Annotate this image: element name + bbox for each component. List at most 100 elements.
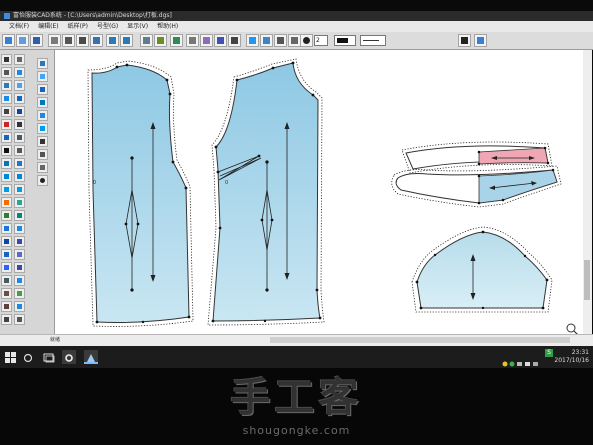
tool-scissors-button[interactable] — [1, 314, 12, 325]
tool-3-2-button[interactable] — [37, 71, 48, 82]
tool-3-8-button[interactable] — [37, 149, 48, 160]
line-width-icon-button[interactable] — [300, 34, 313, 47]
tool-ruler-button[interactable] — [154, 34, 167, 47]
tool-2-16-button[interactable] — [14, 249, 25, 260]
tool-grade-button[interactable] — [260, 34, 273, 47]
tool-dart-button[interactable] — [1, 158, 12, 169]
tool-layout-button[interactable] — [274, 34, 287, 47]
tool-button-mark-button[interactable] — [1, 301, 12, 312]
tool-2-5-button[interactable] — [14, 106, 25, 117]
sogou-badge[interactable]: S — [545, 349, 553, 357]
horizontal-scrollbar[interactable] — [270, 337, 570, 343]
tool-line-button[interactable] — [1, 80, 12, 91]
collar-band-piece[interactable] — [401, 141, 553, 174]
zoom-tool-button[interactable] — [37, 175, 48, 186]
menu-edit[interactable]: 编辑(E) — [38, 21, 58, 32]
tool-fill-button[interactable] — [214, 34, 227, 47]
vertical-scroll-thumb[interactable] — [584, 260, 590, 300]
tool-2-11-button[interactable] — [14, 184, 25, 195]
open-file-button[interactable] — [16, 34, 29, 47]
menu-file[interactable]: 文档(F) — [9, 21, 29, 32]
tool-2-12-button[interactable] — [14, 197, 25, 208]
tool-2-20-button[interactable] — [14, 301, 25, 312]
tool-3-4-button[interactable] — [37, 97, 48, 108]
cad-app-taskbar-icon[interactable] — [84, 350, 98, 364]
tool-copy-button[interactable] — [186, 34, 199, 47]
front-bodice-piece[interactable]: 0 — [207, 58, 325, 326]
tool-add-point-button[interactable] — [1, 132, 12, 143]
windows-start-icon[interactable] — [4, 350, 18, 364]
tool-2-17-button[interactable] — [14, 262, 25, 273]
color-select[interactable] — [334, 35, 356, 46]
tool-arrow-button[interactable] — [1, 54, 12, 65]
tool-3-1-button[interactable] — [37, 58, 48, 69]
tool-curve-button[interactable] — [1, 93, 12, 104]
taskbar-clock[interactable]: 23:31 2017/10/16 — [554, 349, 589, 365]
vertical-scrollbar[interactable] — [583, 50, 592, 334]
line-width-input[interactable]: 2 — [314, 35, 328, 46]
tool-2-1-button[interactable] — [14, 54, 25, 65]
tool-stamp-button[interactable] — [228, 34, 241, 47]
tool-flip-button[interactable] — [1, 262, 12, 273]
tool-2-2-button[interactable] — [14, 67, 25, 78]
tool-seam-button[interactable] — [1, 184, 12, 195]
tool-shirt-button[interactable] — [170, 34, 183, 47]
back-bodice-piece[interactable]: 0 — [87, 60, 194, 327]
tool-2-10-button[interactable] — [14, 171, 25, 182]
save-file-button[interactable] — [30, 34, 43, 47]
line-style-select[interactable] — [360, 35, 386, 46]
drawing-canvas[interactable]: 0 0 — [55, 50, 583, 336]
undo-button[interactable] — [106, 34, 119, 47]
tool-rotate-button[interactable] — [1, 249, 12, 260]
menu-pattern[interactable]: 纸样(P) — [68, 21, 88, 32]
tool-2-3-button[interactable] — [14, 80, 25, 91]
tool-3-3-button[interactable] — [37, 84, 48, 95]
help-button[interactable] — [474, 34, 487, 47]
tool-2-19-button[interactable] — [14, 288, 25, 299]
collar-stand-piece[interactable] — [391, 165, 562, 208]
tool-select-button[interactable] — [140, 34, 153, 47]
tool-pen-button[interactable] — [62, 34, 75, 47]
sleeve-piece[interactable] — [411, 226, 553, 313]
tool-2-14-button[interactable] — [14, 223, 25, 234]
tool-2-6-button[interactable] — [14, 119, 25, 130]
tool-2-7-button[interactable] — [14, 132, 25, 143]
tool-pleat-button[interactable] — [1, 171, 12, 182]
redo-button[interactable] — [120, 34, 133, 47]
tool-measure-left-button[interactable] — [1, 223, 12, 234]
menu-size[interactable]: 号型(G) — [97, 21, 118, 32]
task-view-icon[interactable] — [42, 350, 56, 364]
tool-rect-button[interactable] — [1, 106, 12, 117]
tool-2-15-button[interactable] — [14, 236, 25, 247]
tool-text-button[interactable] — [1, 145, 12, 156]
tool-3-7-button[interactable] — [37, 136, 48, 147]
search-icon[interactable] — [22, 350, 36, 364]
tool-monitor-button[interactable] — [458, 34, 471, 47]
tool-2-9-button[interactable] — [14, 158, 25, 169]
tool-pointer-button[interactable] — [1, 67, 12, 78]
tool-2-21-button[interactable] — [14, 314, 25, 325]
tool-angle-button[interactable] — [1, 236, 12, 247]
tool-notch-button[interactable] — [246, 34, 259, 47]
settings-gear-icon[interactable] — [62, 350, 76, 364]
tool-3-9-button[interactable] — [37, 162, 48, 173]
tool-3-5-button[interactable] — [37, 110, 48, 121]
tool-2-13-button[interactable] — [14, 210, 25, 221]
tool-2-4-button[interactable] — [14, 93, 25, 104]
tool-pin-button[interactable] — [1, 288, 12, 299]
menu-view[interactable]: 显示(V) — [127, 21, 148, 32]
tool-grid-button[interactable] — [76, 34, 89, 47]
tool-cut-button[interactable] — [1, 119, 12, 130]
tool-measure-button[interactable] — [90, 34, 103, 47]
tool-mirror-button[interactable] — [200, 34, 213, 47]
tool-eraser-button[interactable] — [48, 34, 61, 47]
zoom-magnifier-icon[interactable] — [566, 323, 579, 336]
tool-pencil-button[interactable] — [1, 197, 12, 208]
tool-2-8-button[interactable] — [14, 145, 25, 156]
tool-2-18-button[interactable] — [14, 275, 25, 286]
tool-brush-button[interactable] — [1, 210, 12, 221]
new-file-button[interactable] — [2, 34, 15, 47]
tool-3-6-button[interactable] — [37, 123, 48, 134]
menu-help[interactable]: 帮助(H) — [157, 21, 178, 32]
tool-grain-button[interactable] — [1, 275, 12, 286]
